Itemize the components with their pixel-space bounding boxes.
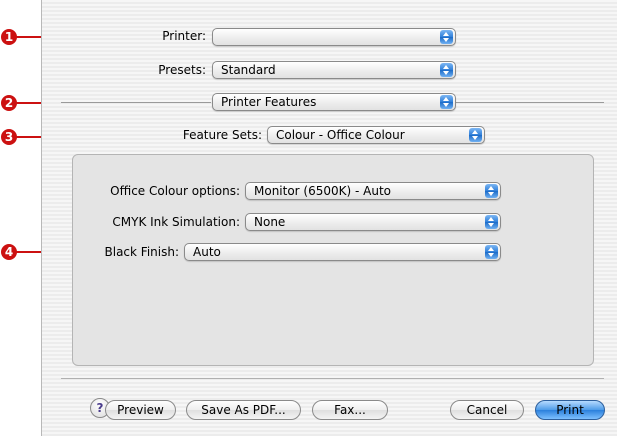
cmyk-ink-simulation-label: CMYK Ink Simulation:	[112, 215, 240, 229]
callout-2: 2	[1, 95, 17, 111]
cmyk-ink-simulation-value: None	[254, 215, 286, 229]
up-down-arrows-icon	[440, 95, 453, 109]
preview-button[interactable]: Preview	[105, 400, 176, 420]
printer-label: Printer:	[162, 29, 206, 43]
office-colour-options-popup[interactable]: Monitor (6500K) - Auto	[245, 182, 501, 200]
panel-popup[interactable]: Printer Features	[212, 93, 456, 111]
panel-separator-left	[61, 102, 211, 103]
feature-sets-label: Feature Sets:	[182, 128, 262, 142]
up-down-arrows-icon	[440, 63, 453, 77]
presets-label: Presets:	[158, 63, 206, 77]
black-finish-value: Auto	[193, 245, 221, 259]
office-colour-options-value: Monitor (6500K) - Auto	[254, 184, 392, 198]
feature-sets-popup[interactable]: Colour - Office Colour	[267, 126, 485, 144]
up-down-arrows-icon	[485, 215, 498, 229]
panel-value: Printer Features	[221, 95, 317, 109]
callout-4: 4	[1, 244, 17, 260]
up-down-arrows-icon	[440, 30, 453, 44]
callout-3: 3	[1, 129, 17, 145]
presets-popup[interactable]: Standard	[212, 61, 456, 79]
callout-1: 1	[1, 29, 17, 45]
up-down-arrows-icon	[485, 184, 498, 198]
presets-value: Standard	[221, 63, 276, 77]
feature-sets-value: Colour - Office Colour	[276, 128, 405, 142]
cmyk-ink-simulation-popup[interactable]: None	[245, 213, 501, 231]
office-colour-options-label: Office Colour options:	[110, 184, 240, 198]
black-finish-label: Black Finish:	[104, 245, 179, 259]
bottom-separator	[61, 378, 604, 379]
save-as-pdf-button[interactable]: Save As PDF...	[186, 400, 301, 420]
panel-separator-right	[456, 102, 604, 103]
up-down-arrows-icon	[469, 128, 482, 142]
print-button[interactable]: Print	[535, 400, 605, 420]
black-finish-popup[interactable]: Auto	[184, 243, 501, 261]
printer-popup[interactable]	[212, 28, 456, 46]
fax-button[interactable]: Fax...	[312, 400, 388, 420]
cancel-button[interactable]: Cancel	[450, 400, 524, 420]
up-down-arrows-icon	[485, 245, 498, 259]
